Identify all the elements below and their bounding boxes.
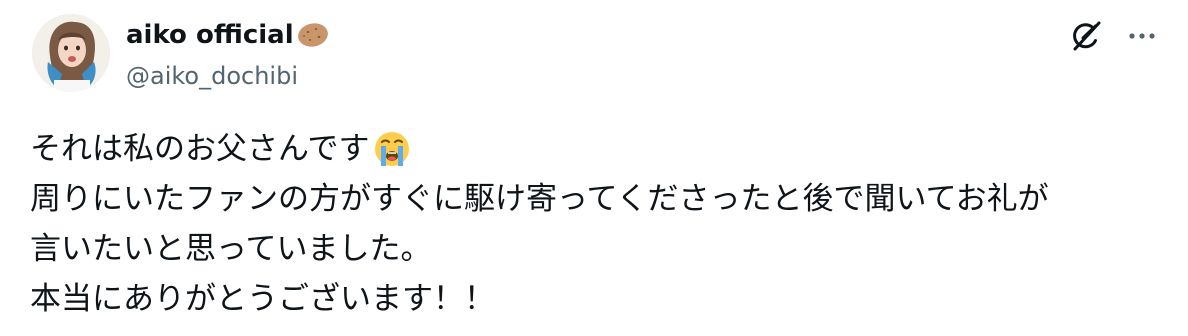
tweet-line-1: それは私のお父さんです (30, 124, 1170, 174)
tweet-line-3: 言いたいと思っていました。 (30, 224, 1170, 274)
display-name-row[interactable]: aiko official (126, 17, 330, 53)
tweet-line-1-text: それは私のお父さんです (30, 131, 370, 167)
profile-photo (32, 14, 110, 92)
grok-icon (1073, 21, 1101, 51)
more-options-button[interactable] (1120, 14, 1164, 58)
loudly-crying-face-emoji-icon (375, 132, 410, 166)
avatar[interactable] (32, 14, 110, 92)
more-options-icon (1129, 33, 1155, 39)
tweet-line-4-text: 本当にありがとうございます！！ (30, 281, 495, 317)
tweet-line-3-text: 言いたいと思っていました。 (30, 231, 432, 267)
tweet-text: それは私のお父さんです 周りにいたファンの方がすぐに駆け寄ってくださったと後で聞… (30, 124, 1170, 324)
tweet-line-2-text: 周りにいたファンの方がすぐに駆け寄ってくださったと後で聞いてお礼が (30, 181, 1049, 217)
potato-emoji-icon (297, 23, 328, 47)
display-name[interactable]: aiko official (126, 17, 294, 53)
account-handle[interactable]: @aiko_dochibi (126, 58, 298, 94)
tweet-line-4: 本当にありがとうございます！！ (30, 274, 1170, 324)
grok-button[interactable] (1064, 14, 1108, 58)
tweet-line-2: 周りにいたファンの方がすぐに駆け寄ってくださったと後で聞いてお礼が (30, 174, 1170, 224)
